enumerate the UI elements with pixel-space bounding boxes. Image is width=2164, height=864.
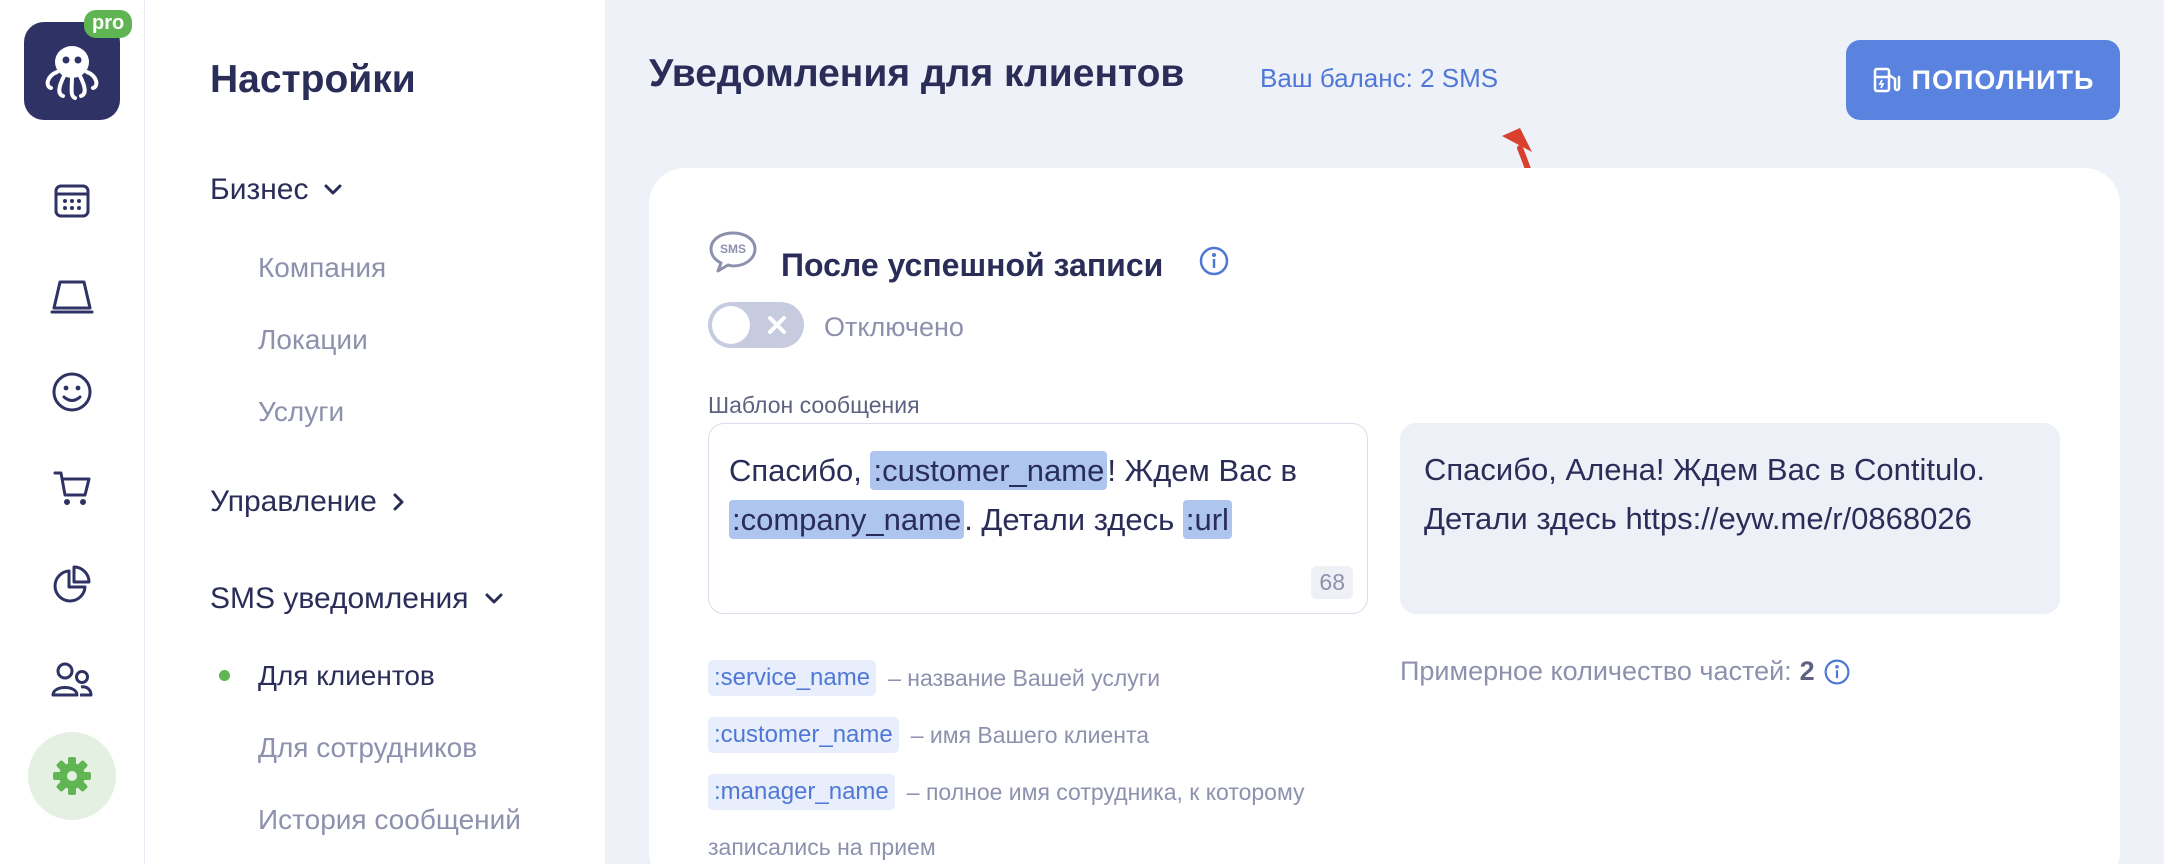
chevron-down-icon bbox=[485, 593, 503, 604]
template-label: Шаблон сообщения bbox=[708, 392, 920, 418]
variable-desc-continuation: записались на прием bbox=[708, 834, 936, 860]
parts-label: Примерное количество частей: bbox=[1400, 656, 1792, 686]
chevron-right-icon bbox=[393, 493, 404, 511]
variable-hint: :manager_name – полное имя сотрудника, к… bbox=[708, 774, 1305, 810]
chevron-down-icon bbox=[324, 184, 342, 195]
sidebar-group-business[interactable]: Бизнес bbox=[210, 173, 344, 207]
topup-button[interactable]: ПОПОЛНИТЬ bbox=[1846, 40, 2120, 120]
sidebar-group-label: Управление bbox=[210, 485, 377, 518]
variable-hint: :service_name – название Вашей услуги bbox=[708, 660, 1160, 696]
notebook-icon[interactable] bbox=[48, 272, 96, 320]
variable-token: :company_name bbox=[729, 500, 965, 539]
template-textarea[interactable]: Спасибо, :customer_name! Ждем Вас в :com… bbox=[708, 423, 1368, 614]
variable-chip[interactable]: :service_name bbox=[708, 660, 877, 696]
parts-value: 2 bbox=[1799, 656, 1815, 686]
template-text: Спасибо, :customer_name! Ждем Вас в :com… bbox=[729, 451, 1297, 539]
sidebar-item-for-employees[interactable]: Для сотрудников bbox=[258, 732, 477, 764]
sms-bubble-icon: SMS bbox=[709, 231, 757, 273]
sidebar-item-message-history[interactable]: История сообщений bbox=[258, 804, 521, 836]
info-icon[interactable] bbox=[1198, 245, 1230, 277]
sidebar-item-services[interactable]: Услуги bbox=[258, 396, 344, 428]
variable-desc: – название Вашей услуги bbox=[888, 664, 1161, 691]
variable-token: :url bbox=[1182, 500, 1232, 539]
variable-chip[interactable]: :manager_name bbox=[708, 774, 895, 810]
notification-toggle[interactable] bbox=[708, 302, 804, 348]
char-counter: 68 bbox=[1311, 566, 1353, 599]
pro-badge: pro bbox=[84, 10, 133, 38]
sidebar-group-label: Бизнес bbox=[210, 173, 309, 206]
sidebar-item-for-clients[interactable]: Для клиентов bbox=[258, 660, 435, 692]
topup-label: ПОПОЛНИТЬ bbox=[1911, 64, 2095, 95]
gear-icon[interactable] bbox=[28, 732, 116, 820]
sms-balance: Ваш баланс: 2 SMS bbox=[1260, 63, 1499, 93]
sidebar-item-locations[interactable]: Локации bbox=[258, 324, 368, 356]
variable-token: :customer_name bbox=[870, 451, 1108, 490]
sidebar-group-sms[interactable]: SMS уведомления bbox=[210, 582, 505, 616]
users-icon[interactable] bbox=[48, 656, 96, 704]
toggle-status: Отключено bbox=[824, 312, 964, 342]
variable-chip[interactable]: :customer_name bbox=[708, 717, 899, 753]
sidebar-group-label: SMS уведомления bbox=[210, 582, 469, 615]
svg-text:SMS: SMS bbox=[720, 242, 746, 256]
preview-text: Спасибо, Алена! Ждем Вас в Contitulo. Де… bbox=[1424, 452, 1985, 536]
variable-desc: – полное имя сотрудника, к которому bbox=[906, 778, 1305, 805]
close-icon bbox=[768, 316, 786, 334]
active-indicator bbox=[219, 670, 230, 681]
cart-icon[interactable] bbox=[48, 464, 96, 512]
pie-chart-icon[interactable] bbox=[48, 560, 96, 608]
message-preview: Спасибо, Алена! Ждем Вас в Contitulo. Де… bbox=[1400, 423, 2060, 614]
calendar-icon[interactable] bbox=[48, 176, 96, 224]
sidebar-item-company[interactable]: Компания bbox=[258, 252, 386, 284]
variable-desc: – имя Вашего клиента bbox=[910, 721, 1150, 748]
variable-hint: :customer_name – имя Вашего клиента bbox=[708, 717, 1149, 753]
fuel-icon bbox=[1873, 67, 1900, 93]
page-title: Уведомления для клиентов bbox=[649, 52, 1185, 95]
toggle-knob bbox=[712, 306, 750, 344]
sidebar-group-management[interactable]: Управление bbox=[210, 485, 407, 519]
settings-sidebar: Настройки Бизнес Компания Локации Услуги… bbox=[145, 0, 605, 864]
smiley-icon[interactable] bbox=[48, 368, 96, 416]
sidebar-title: Настройки bbox=[210, 58, 416, 101]
octopus-icon bbox=[45, 46, 99, 100]
parts-estimate: Примерное количество частей: 2 bbox=[1400, 656, 1851, 687]
info-icon[interactable] bbox=[1823, 658, 1851, 686]
icon-rail: pro bbox=[0, 0, 145, 864]
card-title: После успешной записи bbox=[781, 247, 1164, 283]
